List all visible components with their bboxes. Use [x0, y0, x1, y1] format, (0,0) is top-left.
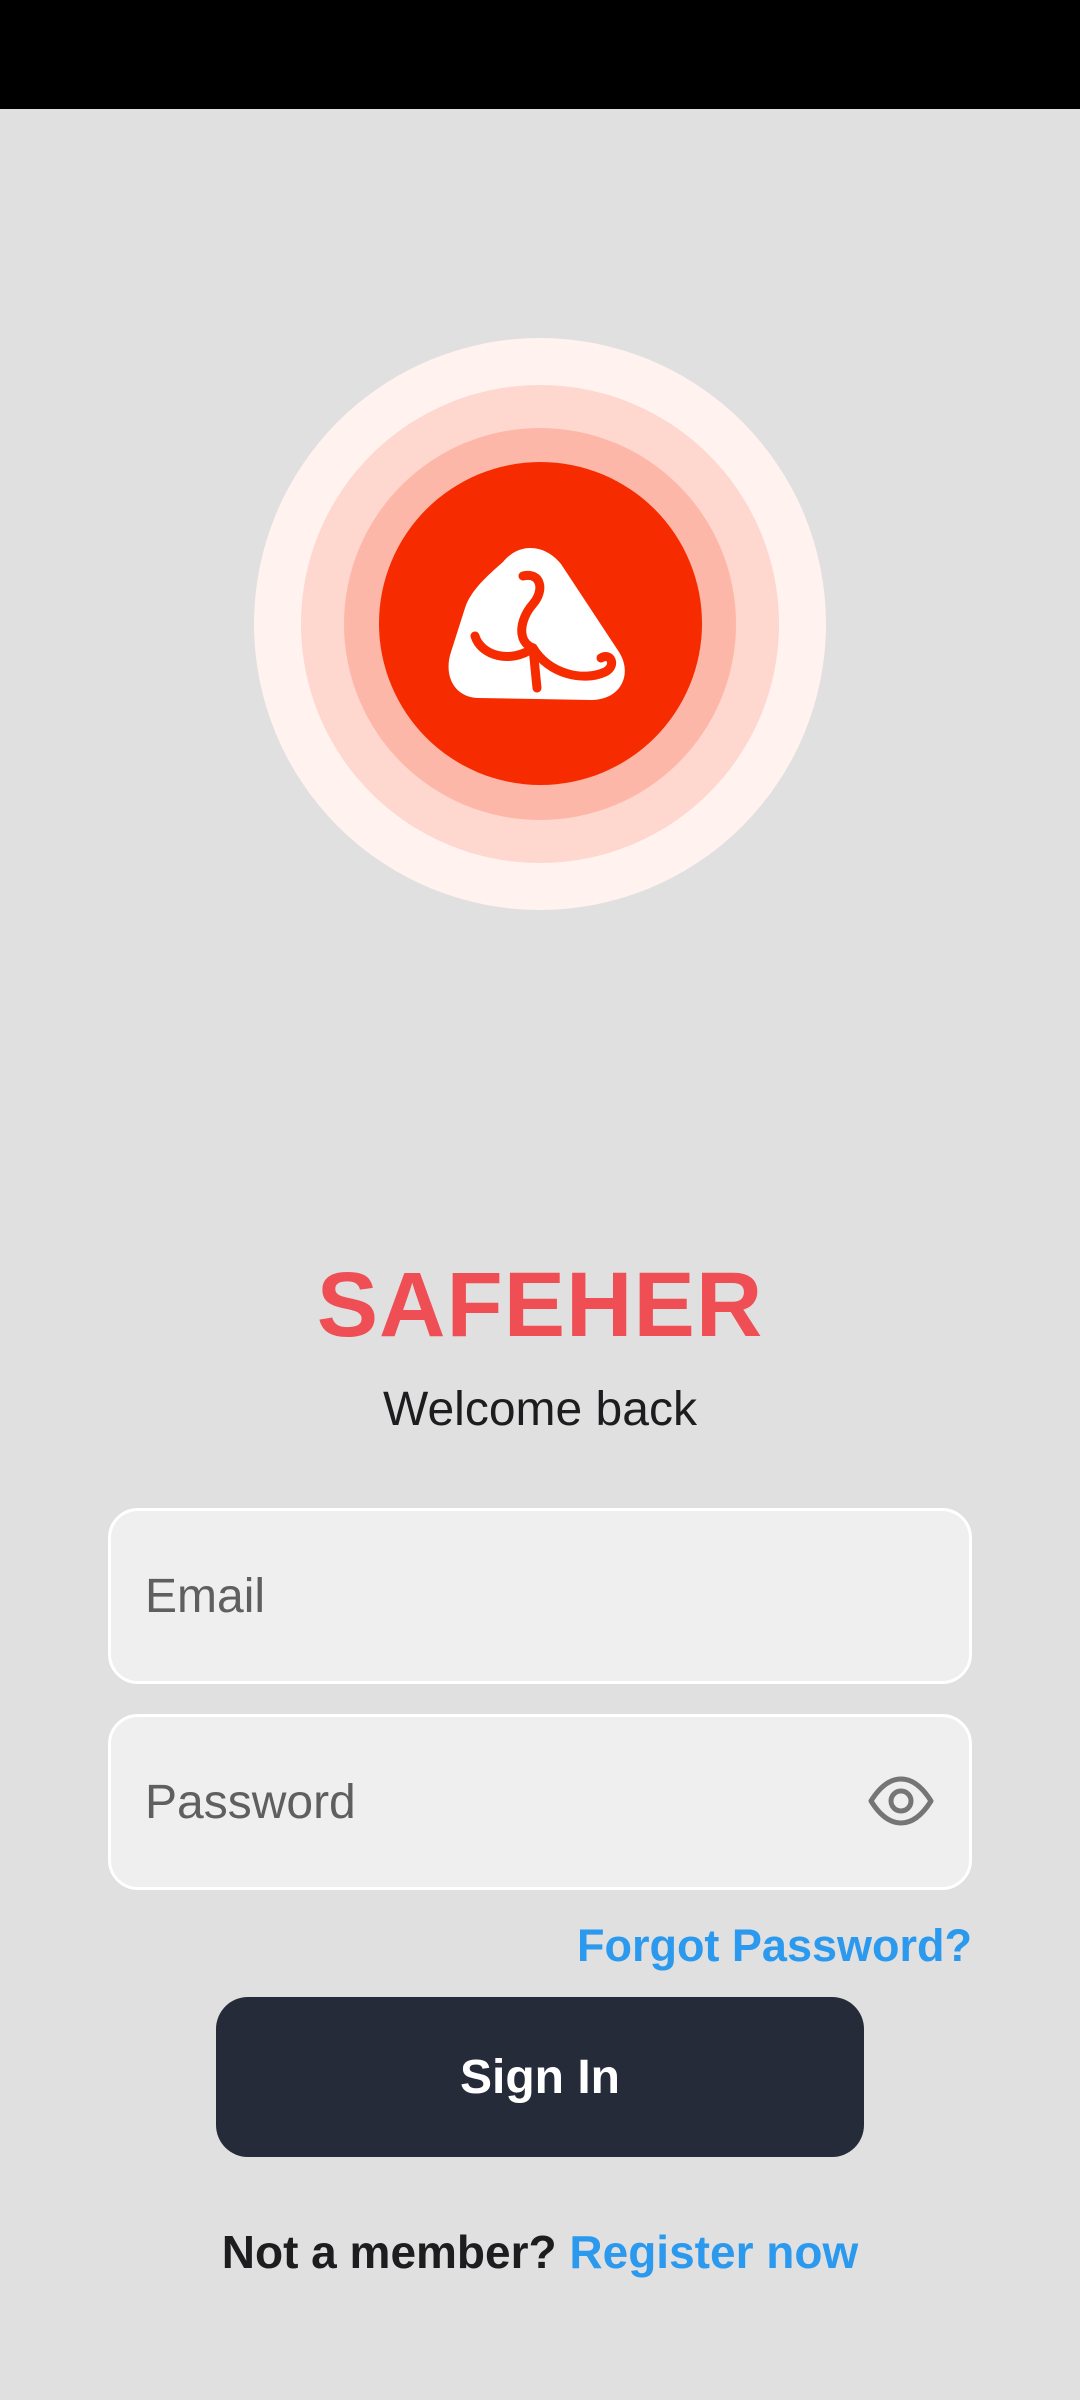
welcome-subtitle: Welcome back [383, 1383, 697, 1436]
email-field[interactable] [145, 1511, 905, 1681]
app-logo-icon [448, 547, 625, 700]
register-now-link[interactable]: Register now [569, 2226, 858, 2278]
status-bar [0, 0, 1080, 109]
app-title: SAFEHER [316, 1254, 764, 1356]
register-prompt-row: Not a member? Register now [0, 2224, 1080, 2280]
register-prompt-text: Not a member? [221, 2226, 570, 2278]
password-field[interactable] [145, 1717, 805, 1887]
password-field-container [108, 1714, 972, 1890]
eye-icon[interactable] [867, 1767, 935, 1835]
sign-in-button[interactable]: Sign In [216, 1997, 864, 2157]
forgot-password-link[interactable]: Forgot Password? [577, 1918, 972, 1974]
email-field-container [108, 1508, 972, 1684]
